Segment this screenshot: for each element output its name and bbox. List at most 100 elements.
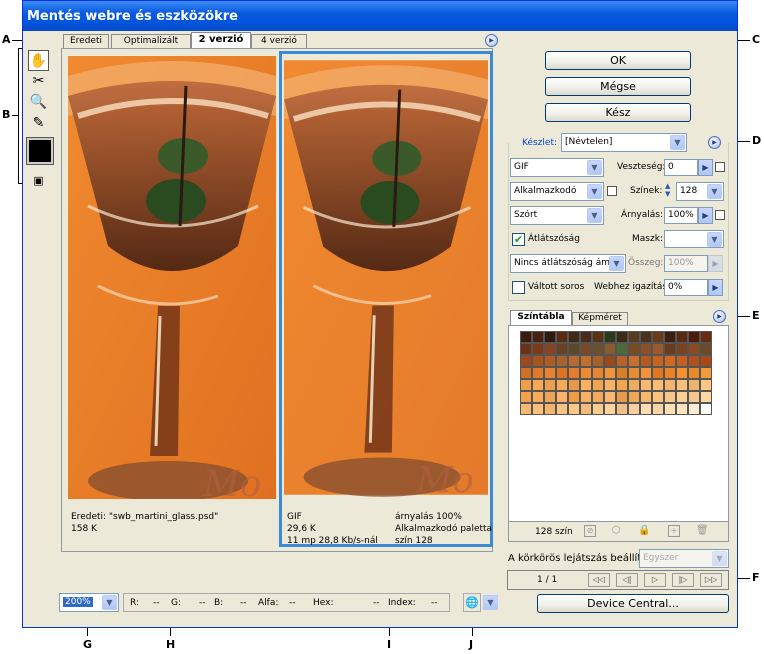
color-swatch[interactable] [616,403,628,415]
color-swatch[interactable] [628,367,640,379]
colors-select[interactable]: 128 ▼ [676,182,724,201]
color-swatch[interactable] [652,379,664,391]
color-swatch[interactable] [652,355,664,367]
toggle-slices-icon[interactable]: ▣ [28,171,49,192]
color-swatch[interactable] [556,343,568,355]
cancel-button[interactable]: Mégse [545,77,691,96]
color-swatch[interactable] [652,367,664,379]
color-swatch[interactable] [556,379,568,391]
color-swatch[interactable] [652,403,664,415]
color-swatch[interactable] [604,379,616,391]
color-swatch[interactable] [664,331,676,343]
color-swatch[interactable] [664,403,676,415]
zoom-icon[interactable]: 🔍 [28,92,49,113]
web-snap-arrow-button[interactable]: ▶ [708,279,723,296]
dither-mask-icon[interactable] [715,210,725,220]
color-swatch[interactable] [688,355,700,367]
color-swatch[interactable] [592,379,604,391]
color-swatch[interactable] [700,367,712,379]
color-swatch[interactable] [556,331,568,343]
color-swatch[interactable] [700,331,712,343]
slice-select-icon[interactable]: ✂ [28,71,49,92]
color-table-menu-icon[interactable]: ▶ [713,310,726,323]
next-frame-icon[interactable]: |▷ [672,573,694,587]
color-swatch[interactable] [532,391,544,403]
color-swatch-grid[interactable] [520,331,714,427]
previous-frame-icon[interactable]: ◁| [616,573,638,587]
lossy-arrow-button[interactable]: ▶ [698,159,713,176]
color-swatch[interactable] [532,343,544,355]
color-swatch[interactable] [520,355,532,367]
dither-arrow-button[interactable]: ▶ [698,207,713,224]
amount-arrow-button[interactable]: ▶ [708,255,723,272]
color-swatch[interactable] [688,343,700,355]
color-swatch[interactable] [592,355,604,367]
color-swatch[interactable] [616,355,628,367]
reduction-select[interactable]: Alkalmazkodó ▼ [510,182,604,201]
color-swatch[interactable] [568,355,580,367]
color-swatch[interactable] [532,367,544,379]
color-swatch[interactable] [568,391,580,403]
color-swatch[interactable] [556,355,568,367]
tab-4-up[interactable]: 4 verzió [251,34,307,49]
eyedropper-icon[interactable]: ✎ [28,113,49,134]
color-swatch[interactable] [640,403,652,415]
preview-menu-icon[interactable]: ▶ [485,34,498,47]
hand-icon[interactable]: ✋ [28,50,49,71]
color-swatch[interactable] [700,403,712,415]
color-swatch[interactable] [616,379,628,391]
color-swatch[interactable] [544,355,556,367]
transparency-checkbox[interactable]: ✔ [512,233,525,246]
color-swatch[interactable] [640,379,652,391]
color-swatch[interactable] [568,403,580,415]
browser-menu-chevron-down-icon[interactable]: ▼ [483,595,498,610]
color-swatch[interactable] [664,391,676,403]
color-swatch[interactable] [628,331,640,343]
amount-field[interactable]: 100% [664,255,708,272]
color-swatch[interactable] [604,331,616,343]
dither-field[interactable]: 100% [664,207,698,224]
color-swatch[interactable] [568,331,580,343]
color-swatch[interactable] [544,403,556,415]
transparency-dither-select[interactable]: Nincs átlátszóság ám... ▼ [510,254,626,273]
matte-select[interactable]: ▼ [664,230,724,248]
color-swatch[interactable] [676,391,688,403]
color-swatch[interactable] [664,379,676,391]
color-swatch[interactable] [640,355,652,367]
color-swatch[interactable] [700,379,712,391]
color-swatch[interactable] [568,343,580,355]
color-swatch[interactable] [652,343,664,355]
color-swatch[interactable] [580,343,592,355]
color-swatch[interactable] [676,379,688,391]
color-swatch[interactable] [556,367,568,379]
color-swatch[interactable] [616,331,628,343]
color-swatch[interactable] [520,367,532,379]
color-swatch[interactable] [700,343,712,355]
lossy-field[interactable]: 0 [664,159,698,176]
color-swatch[interactable] [532,403,544,415]
color-swatch[interactable] [592,403,604,415]
color-swatch[interactable] [568,379,580,391]
color-swatch[interactable] [544,391,556,403]
color-swatch[interactable] [688,331,700,343]
tab-optimized[interactable]: Optimalizált [111,34,191,49]
color-swatch[interactable] [532,379,544,391]
done-button[interactable]: Kész [545,103,691,122]
color-swatch[interactable] [544,379,556,391]
color-swatch[interactable] [676,355,688,367]
color-swatch[interactable] [616,391,628,403]
original-preview[interactable]: Mo [68,56,276,499]
color-swatch[interactable] [640,391,652,403]
color-swatch[interactable] [676,343,688,355]
color-swatch[interactable] [628,391,640,403]
color-swatch[interactable] [628,355,640,367]
color-swatch[interactable] [592,331,604,343]
color-swatch[interactable] [628,403,640,415]
color-swatch[interactable] [592,343,604,355]
color-swatch[interactable] [580,391,592,403]
color-swatch[interactable] [580,379,592,391]
format-select[interactable]: GIF ▼ [510,158,604,177]
dither-algorithm-select[interactable]: Szórt ▼ [510,206,604,225]
color-swatch[interactable] [604,355,616,367]
zoom-select[interactable]: 200% ▼ [59,593,119,612]
